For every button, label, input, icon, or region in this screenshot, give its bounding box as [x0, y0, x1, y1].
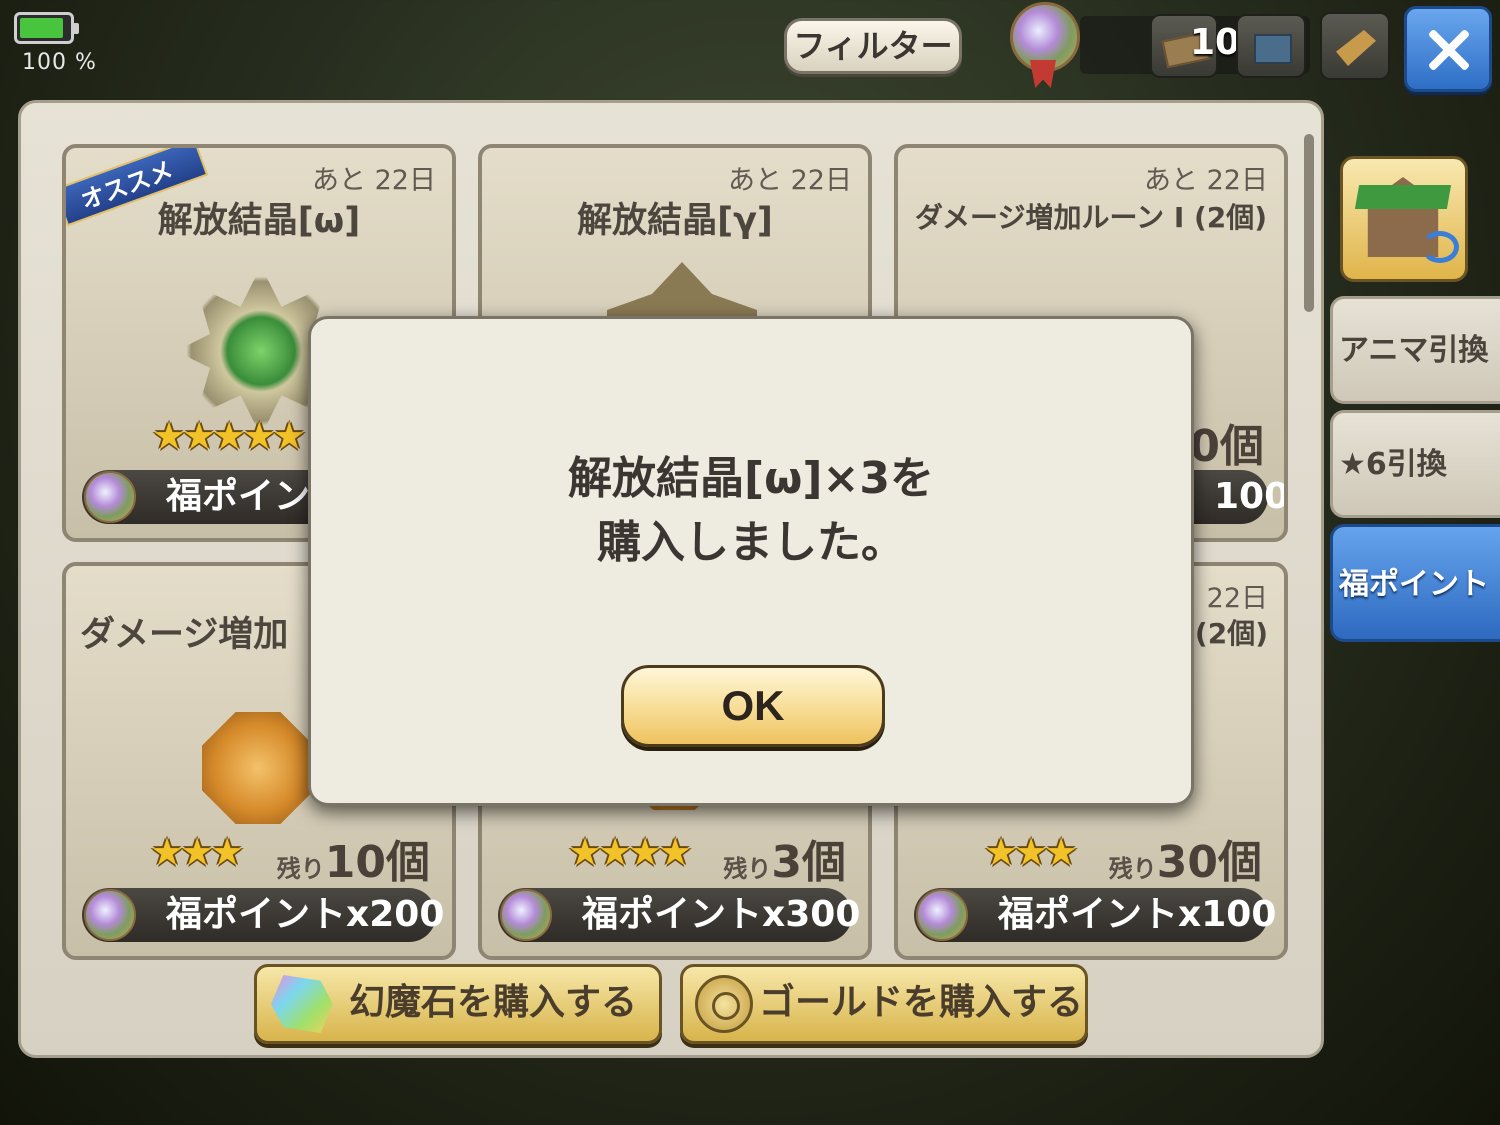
close-button[interactable] — [1404, 6, 1492, 92]
buy-stone-button[interactable]: 幻魔石を購入する — [254, 964, 662, 1044]
shop-switch-tab[interactable] — [1340, 156, 1468, 282]
item-title: ダメージ増加ルーン I (2個) — [914, 201, 1268, 234]
fuku-point-icon — [500, 889, 552, 941]
battery-level — [20, 18, 64, 38]
buy-gold-button[interactable]: ゴールドを購入する — [680, 964, 1088, 1044]
gift-icon — [1254, 34, 1292, 64]
price-label: 福ポイントx100 — [998, 894, 1277, 935]
switch-arrow-icon — [1421, 231, 1459, 263]
buy-gold-label: ゴールドを購入する — [759, 982, 1084, 1023]
days-remaining: 22日 — [1206, 583, 1268, 614]
rarity-stars: ★★★★ — [568, 830, 692, 874]
remaining-count: 残り3個 — [723, 837, 846, 888]
fuku-point-icon — [916, 889, 968, 941]
price-label: 福ポイントx200 — [166, 894, 445, 935]
rarity-stars: ★★★ — [150, 830, 244, 874]
item-title: (2個) — [1194, 617, 1268, 650]
purchase-complete-dialog: 解放結晶[ω]×3を 購入しました。 OK — [308, 316, 1194, 806]
item-title: 解放結晶[γ] — [577, 201, 773, 241]
ok-button[interactable]: OK — [621, 665, 885, 747]
remaining-count: 残り10個 — [276, 837, 430, 888]
price-label: 福ポイン — [166, 476, 311, 517]
tab-anima-exchange[interactable]: アニマ引換 — [1330, 296, 1500, 404]
fuku-point-icon — [84, 471, 136, 523]
battery-percentage: 100 % — [22, 50, 97, 75]
buy-stone-label: 幻魔石を購入する — [349, 982, 638, 1023]
fuku-point-icon — [84, 889, 136, 941]
medal-ribbon-icon — [1030, 60, 1056, 88]
price-bar: 福ポイントx200 — [82, 888, 444, 942]
remaining-count: 0個 — [1189, 421, 1264, 472]
tab-fuku-point[interactable]: 福ポイント — [1330, 524, 1500, 642]
remaining-count: 残り30個 — [1108, 837, 1262, 888]
battery-icon — [14, 12, 79, 44]
gift-button[interactable] — [1236, 14, 1306, 78]
damage-rune-icon — [202, 712, 314, 824]
price-bar: 福ポイントx100 — [914, 888, 1276, 942]
rarity-stars: ★★★★★ — [152, 414, 306, 458]
scrollbar[interactable] — [1304, 134, 1314, 312]
announcement-button[interactable] — [1320, 12, 1390, 80]
rarity-stars: ★★★ — [984, 830, 1078, 874]
dialog-message: 解放結晶[ω]×3を 購入しました。 — [568, 453, 934, 568]
horn-icon — [1336, 30, 1376, 66]
filter-button[interactable]: フィルター — [784, 18, 962, 74]
item-title: 解放結晶[ω] — [157, 201, 361, 241]
price-label: 福ポイントx300 — [582, 894, 861, 935]
price-label: 100 — [1214, 476, 1288, 517]
price-bar: 福ポイントx300 — [498, 888, 860, 942]
gold-coin-icon — [695, 975, 753, 1033]
days-remaining: あと 22日 — [1144, 165, 1268, 196]
tab-star6-exchange[interactable]: ★6引換 — [1330, 410, 1500, 518]
magic-stone-icon — [271, 975, 333, 1033]
